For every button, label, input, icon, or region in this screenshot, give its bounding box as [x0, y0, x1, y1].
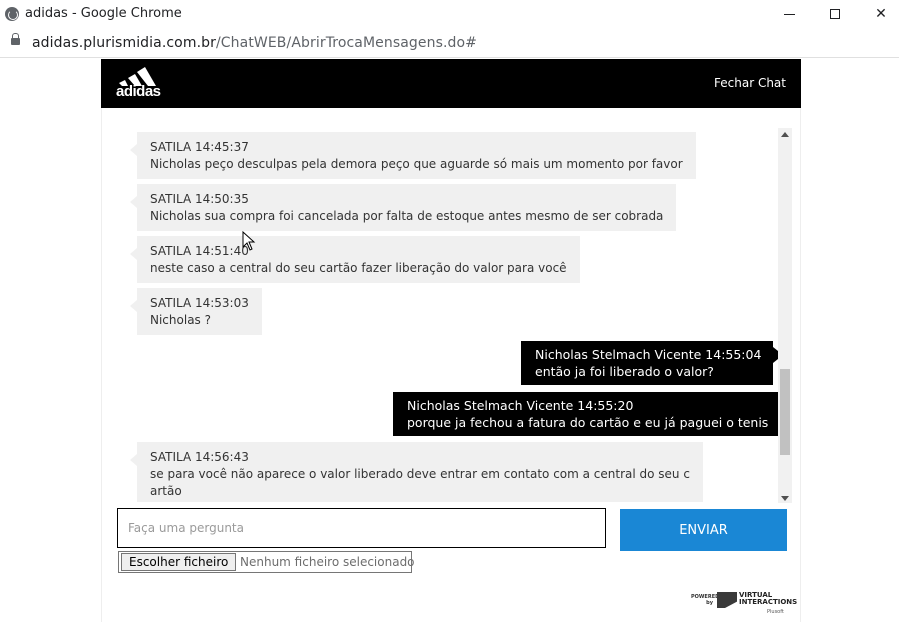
message-meta: SATILA 14:53:03 [150, 296, 249, 310]
lock-icon[interactable] [11, 33, 20, 45]
message-text: Nicholas sua compra foi cancelada por fa… [150, 209, 664, 223]
outgoing-message: Nicholas Stelmach Vicente 14:55:04 então… [521, 341, 778, 385]
chat-panel: SATILA 14:45:37 Nicholas peço desculpas … [101, 108, 801, 622]
brand-wordmark: adidas [116, 83, 161, 100]
message-meta: SATILA 14:56:43 [150, 450, 249, 464]
scroll-up-arrow-icon[interactable] [781, 132, 789, 137]
file-picker[interactable]: Escolher ficheiro Nenhum ficheiro seleci… [118, 551, 415, 573]
close-chat-link[interactable]: Fechar Chat [714, 76, 786, 90]
message-meta: Nicholas Stelmach Vicente 14:55:20 [407, 398, 634, 413]
message-text: Nicholas ? [150, 313, 211, 327]
url-path: /ChatWEB/AbrirTrocaMensagens.do# [215, 35, 478, 51]
virtual-interactions-mark-icon [717, 592, 737, 608]
incoming-message: SATILA 14:53:03 Nicholas ? [130, 288, 262, 335]
incoming-message: SATILA 14:45:37 Nicholas peço desculpas … [130, 132, 696, 179]
mouse-cursor-icon [242, 231, 256, 251]
choose-file-button[interactable]: Escolher ficheiro [121, 553, 237, 571]
message-text: Nicholas peço desculpas pela demora peço… [150, 157, 683, 171]
url-text[interactable]: adidas.plurismidia.com.br/ChatWEB/AbrirT… [32, 35, 477, 51]
powered-by-label: POWERED by [691, 594, 720, 606]
send-button[interactable]: ENVIAR [620, 509, 787, 551]
outgoing-message: Nicholas Stelmach Vicente 14:55:20 porqu… [393, 392, 778, 436]
chat-header: adidas Fechar Chat [101, 59, 801, 108]
chrome-globe-icon [5, 7, 19, 21]
message-text: então ja foi liberado o valor? [535, 364, 714, 379]
message-text: porque ja fechou a fatura do cartão e eu… [407, 415, 769, 430]
message-meta: Nicholas Stelmach Vicente 14:55:04 [535, 347, 762, 362]
message-meta: SATILA 14:45:37 [150, 140, 249, 154]
scroll-down-arrow-icon[interactable] [781, 496, 789, 501]
vendor-name: VIRTUAL INTERACTIONS [739, 591, 798, 606]
scroll-thumb[interactable] [780, 369, 790, 455]
incoming-message: SATILA 14:51:40 neste caso a central do … [130, 236, 580, 283]
minimize-icon [783, 13, 795, 15]
close-icon: ✕ [875, 6, 887, 22]
message-text: neste caso a central do seu cartão fazer… [150, 261, 567, 275]
incoming-message: SATILA 14:50:35 Nicholas sua compra foi … [129, 184, 677, 231]
message-meta: SATILA 14:50:35 [150, 192, 249, 206]
close-window-button[interactable]: ✕ [858, 0, 899, 28]
powered-by-logo: POWERED by VIRTUAL INTERACTIONS Plusoft [691, 592, 797, 616]
vendor-sub: Plusoft [767, 609, 784, 615]
window-title-bar: adidas - Google Chrome ✕ [0, 0, 899, 28]
url-host: adidas.plurismidia.com.br [32, 35, 216, 51]
incoming-message: SATILA 14:56:43 se para você não aparece… [130, 442, 703, 502]
message-meta: SATILA 14:51:40 [150, 244, 249, 258]
maximize-button[interactable] [812, 0, 858, 28]
minimize-button[interactable] [766, 0, 812, 28]
message-text-continued: artão [150, 484, 182, 498]
maximize-icon [830, 9, 840, 19]
question-input[interactable] [117, 508, 606, 548]
window-title: adidas - Google Chrome [25, 6, 182, 21]
message-list[interactable]: SATILA 14:45:37 Nicholas peço desculpas … [102, 108, 778, 502]
file-status-text: Nenhum ficheiro selecionado [240, 555, 415, 569]
address-bar[interactable]: adidas.plurismidia.com.br/ChatWEB/AbrirT… [0, 28, 899, 58]
message-text: se para você não aparece o valor liberad… [150, 467, 690, 481]
message-scrollbar[interactable] [778, 128, 792, 503]
